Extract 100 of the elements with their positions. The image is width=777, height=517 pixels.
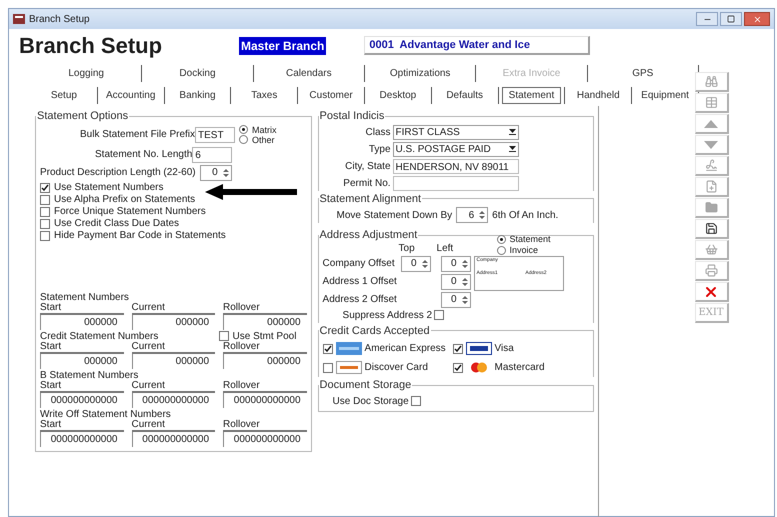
checkbox[interactable] bbox=[410, 396, 421, 406]
card-logo-icon bbox=[336, 342, 362, 355]
number-field[interactable]: 000000 bbox=[40, 314, 124, 330]
tab[interactable]: Accounting bbox=[100, 88, 162, 102]
card-label: Mastercard bbox=[494, 361, 545, 375]
app-icon bbox=[13, 14, 25, 24]
binoculars-icon bbox=[704, 75, 718, 88]
field-label: Bulk Statement File Prefix bbox=[80, 128, 196, 142]
tab[interactable]: Setup bbox=[44, 88, 83, 102]
checkbox[interactable] bbox=[434, 310, 444, 320]
radio-button[interactable] bbox=[496, 246, 506, 254]
printer-icon bbox=[704, 264, 718, 277]
number-field[interactable]: 000000000000 bbox=[40, 432, 124, 446]
tab[interactable]: Logging bbox=[62, 66, 110, 80]
number-field[interactable]: 000000 bbox=[40, 354, 124, 368]
group-label: Write Off Statement Numbers bbox=[40, 408, 172, 420]
field-label: Company Offset bbox=[322, 257, 396, 271]
text-field[interactable] bbox=[392, 176, 519, 190]
basket-icon bbox=[704, 243, 718, 256]
radio-button[interactable] bbox=[239, 125, 248, 134]
column-label: Rollover bbox=[223, 380, 307, 392]
column-label: Current bbox=[132, 420, 216, 432]
number-field[interactable]: 000000000000 bbox=[40, 392, 124, 408]
number-field[interactable]: 000000 bbox=[132, 354, 216, 368]
maximize-icon bbox=[727, 15, 735, 23]
card-label: Discover Card bbox=[364, 361, 428, 375]
length-field[interactable]: 6 bbox=[192, 146, 232, 162]
close-button[interactable] bbox=[744, 12, 770, 26]
radio-button[interactable] bbox=[239, 135, 248, 144]
spin-field[interactable]: 0 bbox=[400, 256, 431, 272]
checkbox[interactable] bbox=[40, 230, 50, 240]
column-label: Start bbox=[40, 342, 124, 354]
maximize-button[interactable] bbox=[720, 12, 742, 26]
checkbox[interactable] bbox=[40, 206, 50, 216]
dropdown[interactable]: U.S. POSTAGE PAID bbox=[392, 142, 519, 156]
number-field[interactable]: 000000 bbox=[223, 314, 307, 330]
column-label: Current bbox=[132, 342, 216, 354]
checkbox[interactable] bbox=[40, 218, 50, 228]
number-field[interactable]: 000000000000 bbox=[223, 392, 307, 408]
spinner-arrows-icon bbox=[460, 276, 469, 288]
window-title: Branch Setup bbox=[29, 12, 91, 26]
text-field[interactable]: HENDERSON, NV 89011 bbox=[392, 158, 519, 174]
add-document-icon bbox=[704, 180, 718, 193]
number-field[interactable]: 000000 bbox=[223, 354, 307, 368]
spin-field[interactable]: 0 bbox=[440, 292, 471, 308]
spinner-arrows-icon bbox=[222, 166, 230, 178]
tab[interactable]: Customer bbox=[303, 88, 359, 102]
signature-icon bbox=[704, 159, 718, 172]
checkbox[interactable] bbox=[452, 362, 463, 372]
radio-label: Other bbox=[252, 134, 275, 144]
spinner-arrows-icon bbox=[460, 294, 469, 306]
column-label: Left bbox=[436, 242, 454, 256]
field-label: Product Description Length (22-60) bbox=[40, 166, 196, 180]
number-field[interactable]: 000000000000 bbox=[223, 432, 307, 446]
checkbox[interactable] bbox=[322, 362, 333, 372]
unit-label: 6th Of An Inch. bbox=[492, 208, 558, 222]
card-logo-icon bbox=[336, 361, 362, 374]
field-label: Type bbox=[368, 142, 392, 156]
radio-label: Statement bbox=[510, 234, 551, 244]
spin-field[interactable]: 0 bbox=[200, 164, 232, 180]
tab[interactable]: Handheld bbox=[570, 88, 626, 102]
tab[interactable]: Statement bbox=[502, 86, 562, 104]
checkbox[interactable] bbox=[40, 194, 50, 204]
tab[interactable]: Docking bbox=[173, 66, 222, 80]
prefix-field[interactable]: TEST bbox=[195, 126, 236, 142]
radio-button[interactable] bbox=[496, 234, 506, 244]
group-label: B Statement Numbers bbox=[40, 370, 140, 380]
tab[interactable]: Optimizations bbox=[384, 66, 456, 80]
spin-field[interactable]: 6 bbox=[456, 207, 488, 223]
card-logo-icon bbox=[466, 342, 492, 355]
checkbox[interactable] bbox=[40, 182, 50, 192]
checkbox[interactable] bbox=[452, 344, 463, 354]
tab[interactable]: Banking bbox=[173, 88, 222, 102]
tab[interactable]: Equipment bbox=[635, 88, 695, 102]
column-label: Current bbox=[132, 302, 216, 314]
spin-field[interactable]: 0 bbox=[440, 256, 471, 272]
number-field[interactable]: 000000000000 bbox=[132, 432, 216, 446]
spin-field[interactable]: 0 bbox=[440, 274, 471, 290]
down-triangle-icon bbox=[704, 140, 718, 148]
tab[interactable]: Calendars bbox=[280, 66, 338, 80]
column-label: Start bbox=[40, 420, 124, 432]
group-title: Statement Options bbox=[36, 109, 130, 124]
tab[interactable]: Desktop bbox=[374, 88, 422, 102]
checkbox-label: Use Statement Numbers bbox=[54, 182, 164, 194]
number-field[interactable]: 000000000000 bbox=[132, 392, 216, 408]
up-triangle-icon bbox=[704, 120, 718, 128]
spinner-arrows-icon bbox=[478, 209, 486, 221]
checkbox[interactable] bbox=[218, 331, 229, 341]
column-label: Start bbox=[40, 302, 124, 314]
spinner-arrows-icon bbox=[420, 258, 429, 270]
tab[interactable]: Defaults bbox=[440, 88, 490, 102]
dropdown-arrow-icon bbox=[508, 146, 516, 152]
column-label: Rollover bbox=[223, 420, 307, 432]
checkbox-label: Use Alpha Prefix on Statements bbox=[54, 194, 196, 206]
tab[interactable]: Taxes bbox=[245, 88, 284, 102]
dropdown[interactable]: FIRST CLASS bbox=[392, 124, 519, 140]
toolbar-button[interactable] bbox=[694, 219, 728, 239]
tab[interactable]: GPS bbox=[626, 66, 660, 80]
number-field[interactable]: 000000 bbox=[132, 314, 216, 330]
checkbox[interactable] bbox=[322, 344, 333, 354]
